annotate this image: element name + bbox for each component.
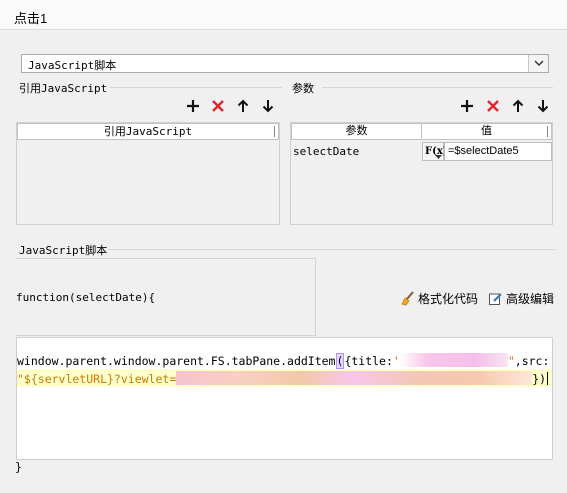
dropdown-arrow-button[interactable] — [528, 55, 548, 72]
add-icon — [461, 100, 473, 112]
redacted-text — [176, 371, 533, 385]
code-text: window.parent.window.parent.FS.tabPane.a… — [17, 354, 336, 368]
script-separator — [108, 249, 555, 250]
function-header-area: function(selectDate){ — [16, 258, 316, 336]
param-name-column-header[interactable]: 参数 — [291, 123, 422, 140]
param-value-field[interactable]: =$selectDate5 — [444, 142, 552, 161]
param-move-up-button[interactable] — [510, 98, 526, 114]
column-divider — [274, 126, 275, 137]
chevron-down-icon — [435, 155, 442, 159]
advanced-edit-label: 高级编辑 — [506, 292, 555, 306]
string-literal: " — [507, 354, 515, 368]
formula-button[interactable]: F(x) — [422, 142, 448, 161]
param-name-cell[interactable]: selectDate — [293, 143, 421, 162]
ref-delete-button[interactable] — [210, 98, 226, 114]
ref-move-down-button[interactable] — [260, 98, 276, 114]
ref-js-separator — [110, 87, 282, 88]
column-divider — [547, 126, 548, 137]
ref-js-section-label: 引用JavaScript — [19, 82, 108, 95]
code-line-2: "${servletURL}?viewlet=}) — [17, 371, 549, 386]
format-code-label: 格式化代码 — [418, 292, 479, 306]
string-literal: "${servletURL}?viewlet= — [17, 372, 177, 386]
window-title: 点击1 — [14, 11, 48, 26]
code-text: ,src: — [514, 354, 550, 368]
script-type-select[interactable]: JavaScript脚本 — [21, 54, 549, 73]
param-delete-button[interactable] — [485, 98, 501, 114]
param-add-button[interactable] — [459, 98, 475, 114]
delete-icon — [487, 100, 499, 112]
code-editor[interactable]: window.parent.window.parent.FS.tabPane.a… — [16, 337, 553, 460]
ref-js-list[interactable]: 引用JavaScript — [16, 122, 280, 225]
move-down-icon — [262, 100, 274, 113]
function-signature: function(selectDate){ — [16, 291, 156, 304]
param-value-column-header[interactable]: 值 — [421, 123, 552, 140]
move-up-icon — [237, 99, 249, 112]
script-type-value: JavaScript脚本 — [28, 59, 117, 72]
param-value-header-text: 值 — [481, 125, 492, 137]
ref-js-column-header-text: 引用JavaScript — [103, 125, 193, 138]
delete-icon — [212, 100, 224, 112]
text-cursor — [547, 372, 549, 385]
code-text: {title: — [344, 354, 393, 368]
param-name-header-text: 参数 — [345, 125, 368, 137]
chevron-down-icon — [534, 60, 544, 66]
script-section-label: JavaScript脚本 — [19, 244, 108, 257]
edit-icon — [489, 293, 502, 305]
params-section-label: 参数 — [292, 83, 314, 95]
format-code-button[interactable]: 格式化代码 — [400, 290, 478, 307]
ref-add-button[interactable] — [185, 98, 201, 114]
params-table[interactable]: 参数 值 selectDate F(x) =$selectDate5 — [290, 122, 553, 225]
move-up-icon — [512, 99, 524, 112]
add-icon — [187, 100, 199, 112]
string-literal: ' — [392, 354, 400, 368]
params-separator — [322, 87, 553, 88]
ref-move-up-button[interactable] — [235, 98, 251, 114]
code-line-1: window.parent.window.parent.FS.tabPane.a… — [17, 353, 550, 369]
move-down-icon — [537, 100, 549, 113]
code-text: }) — [532, 372, 547, 386]
closing-brace: } — [15, 460, 22, 474]
advanced-edit-button[interactable]: 高级编辑 — [488, 290, 554, 307]
broom-icon — [401, 291, 414, 306]
redacted-text — [399, 353, 508, 367]
param-value-text: =$selectDate5 — [448, 145, 519, 157]
title-bar: 点击1 — [0, 0, 567, 30]
ref-js-column-header[interactable]: 引用JavaScript — [17, 123, 279, 140]
param-move-down-button[interactable] — [535, 98, 551, 114]
